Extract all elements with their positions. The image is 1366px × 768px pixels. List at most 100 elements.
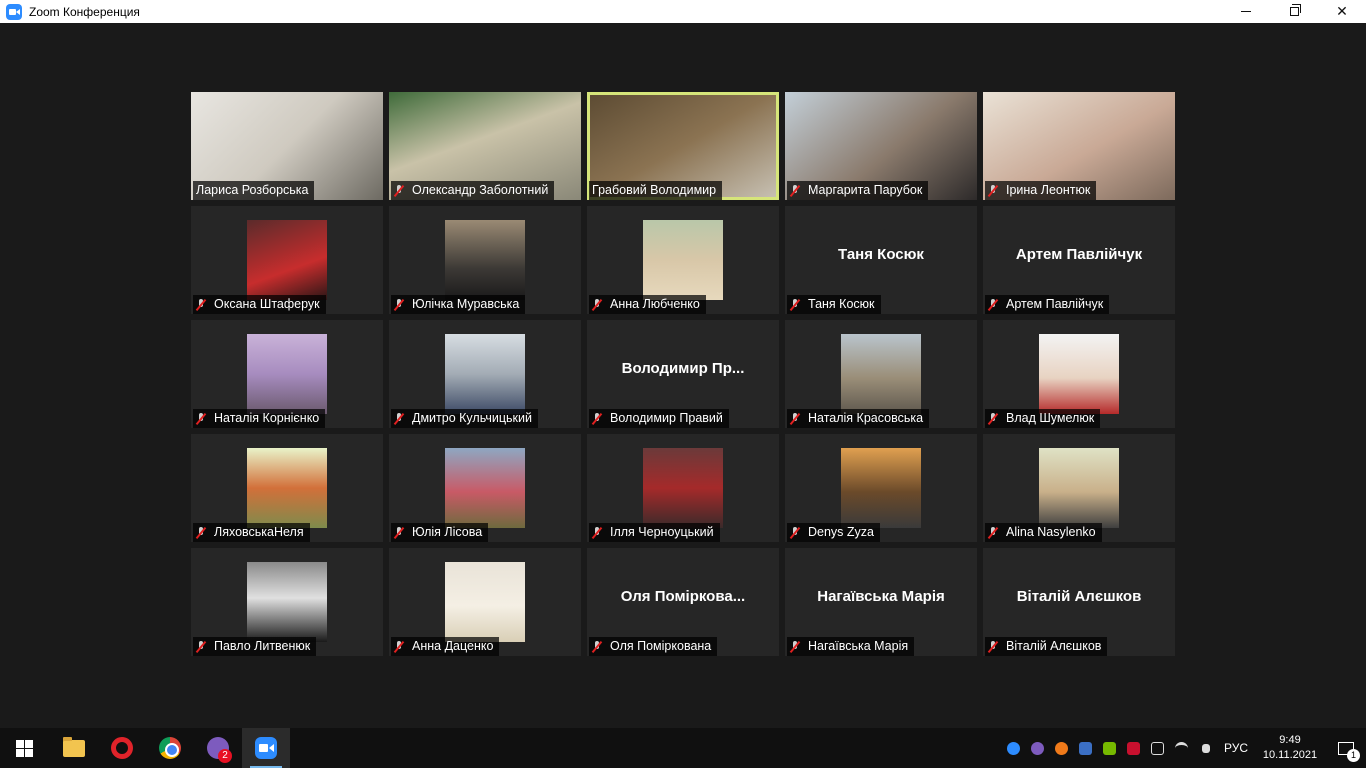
participant-name-label: Наталія Красовська — [787, 409, 930, 428]
participant-tile[interactable]: Юлія Лісова — [389, 434, 581, 542]
participant-display-name: Таня Косюк — [838, 245, 924, 263]
muted-mic-icon — [988, 640, 998, 653]
taskbar-viber[interactable]: 2 — [194, 728, 242, 768]
participant-photo — [1039, 448, 1119, 528]
tray-security[interactable] — [1122, 728, 1146, 768]
participant-display-name: Віталій Алєшков — [1016, 587, 1142, 605]
muted-mic-icon — [988, 526, 998, 539]
participant-name-label: Юлічка Муравська — [391, 295, 526, 314]
participant-tile[interactable]: Лариса Розборська — [191, 92, 383, 200]
participant-photo — [841, 448, 921, 528]
participant-tile[interactable]: Віталій Алєшков Віталій Алєшков — [983, 548, 1175, 656]
nvidia-icon — [1103, 741, 1117, 755]
participant-tile[interactable]: Маргарита Парубок — [785, 92, 977, 200]
input-language[interactable]: РУС — [1218, 741, 1254, 755]
tray-zoom[interactable] — [1002, 728, 1026, 768]
folder-icon — [63, 736, 85, 757]
avast-icon — [1055, 741, 1069, 755]
participant-name: ЛяховськаНеля — [214, 525, 304, 539]
participant-tile[interactable]: Анна Даценко — [389, 548, 581, 656]
close-button[interactable]: ✕ — [1318, 0, 1366, 23]
minimize-button[interactable] — [1222, 0, 1270, 23]
participant-tile[interactable]: Влад Шумелюк — [983, 320, 1175, 428]
clock-date: 10.11.2021 — [1262, 749, 1318, 761]
participant-tile[interactable]: Ірина Леонтюк — [983, 92, 1175, 200]
participant-tile[interactable]: Дмитро Кульчицький — [389, 320, 581, 428]
security-icon — [1127, 741, 1141, 755]
participant-tile[interactable]: Павло Литвенюк — [191, 548, 383, 656]
participant-tile[interactable]: ЛяховськаНеля — [191, 434, 383, 542]
tray-keyboard[interactable] — [1146, 728, 1170, 768]
participant-display-name: Володимир Пр... — [621, 359, 745, 377]
participant-tile[interactable]: Юлічка Муравська — [389, 206, 581, 314]
participant-name: Лариса Розборська — [196, 183, 309, 197]
participant-name: Оля Поміркована — [610, 639, 712, 653]
notification-center-button[interactable]: 1 — [1326, 728, 1366, 768]
participant-name-label: Павло Литвенюк — [193, 637, 317, 656]
muted-mic-icon — [394, 412, 404, 425]
participant-name: Анна Даценко — [412, 639, 494, 653]
muted-mic-icon — [988, 412, 998, 425]
participant-name-label: Анна Любченко — [589, 295, 706, 314]
participant-tile[interactable]: Олександр Заболотний — [389, 92, 581, 200]
tray-network-app[interactable] — [1074, 728, 1098, 768]
participant-tile[interactable]: Артем Павлійчук Артем Павлійчук — [983, 206, 1175, 314]
muted-mic-icon — [988, 184, 998, 197]
participant-tile[interactable]: Ілля Черноуцький — [587, 434, 779, 542]
participant-name: Юлічка Муравська — [412, 297, 520, 311]
participant-photo — [247, 220, 327, 300]
tray-avast[interactable] — [1050, 728, 1074, 768]
zoom-icon — [255, 737, 277, 759]
participant-tile[interactable]: Denys Zyza — [785, 434, 977, 542]
restore-button[interactable] — [1270, 0, 1318, 23]
participant-tile[interactable]: Анна Любченко — [587, 206, 779, 314]
participant-photo — [1039, 334, 1119, 414]
clock[interactable]: 9:49 10.11.2021 — [1254, 733, 1326, 763]
participant-tile[interactable]: Оксана Штаферук — [191, 206, 383, 314]
participant-name: Влад Шумелюк — [1006, 411, 1095, 425]
participant-photo — [445, 448, 525, 528]
participant-name-label: Володимир Правий — [589, 409, 729, 428]
participant-tile[interactable]: Наталія Красовська — [785, 320, 977, 428]
participant-tile[interactable]: Оля Поміркова... Оля Поміркована — [587, 548, 779, 656]
restore-icon — [1289, 4, 1301, 16]
participant-name: Анна Любченко — [610, 297, 700, 311]
participant-name: Ірина Леонтюк — [1006, 183, 1091, 197]
participant-name-label: Ірина Леонтюк — [985, 181, 1097, 200]
participant-tile[interactable]: Нагаївська Марія Нагаївська Марія — [785, 548, 977, 656]
taskbar-opera[interactable] — [98, 728, 146, 768]
participant-name: Юлія Лісова — [412, 525, 483, 539]
participant-photo — [247, 334, 327, 414]
muted-mic-icon — [592, 412, 602, 425]
participant-tile[interactable]: Грабовий Володимир — [587, 92, 779, 200]
muted-mic-icon — [394, 640, 404, 653]
start-button[interactable] — [0, 728, 48, 768]
tray-volume[interactable] — [1194, 728, 1218, 768]
participant-photo — [643, 220, 723, 300]
participant-name: Нагаївська Марія — [808, 639, 909, 653]
participant-name: Маргарита Парубок — [808, 183, 923, 197]
muted-mic-icon — [394, 526, 404, 539]
tray-wifi[interactable] — [1170, 728, 1194, 768]
participant-tile[interactable]: Alina Nasylenko — [983, 434, 1175, 542]
participant-name-label: Дмитро Кульчицький — [391, 409, 538, 428]
participant-tile[interactable]: Таня Косюк Таня Косюк — [785, 206, 977, 314]
taskbar-file-explorer[interactable] — [50, 728, 98, 768]
close-icon: ✕ — [1336, 3, 1348, 20]
participant-name-label: Грабовий Володимир — [589, 181, 723, 200]
title-bar: Zoom Конференция ✕ — [0, 0, 1366, 23]
tray-nvidia[interactable] — [1098, 728, 1122, 768]
network-app-icon — [1079, 741, 1093, 755]
participant-name-label: Таня Косюк — [787, 295, 881, 314]
muted-mic-icon — [988, 298, 998, 311]
taskbar-zoom[interactable] — [242, 728, 290, 768]
participant-name: Віталій Алєшков — [1006, 639, 1102, 653]
tray-viber[interactable] — [1026, 728, 1050, 768]
participant-tile[interactable]: Володимир Пр... Володимир Правий — [587, 320, 779, 428]
taskbar-chrome[interactable] — [146, 728, 194, 768]
participant-name: Олександр Заболотний — [412, 183, 549, 197]
participant-tile[interactable]: Наталія Корнієнко — [191, 320, 383, 428]
participant-display-name: Артем Павлійчук — [1015, 245, 1143, 263]
participant-display-name: Нагаївська Марія — [817, 587, 945, 605]
participant-name-label: Оксана Штаферук — [193, 295, 326, 314]
